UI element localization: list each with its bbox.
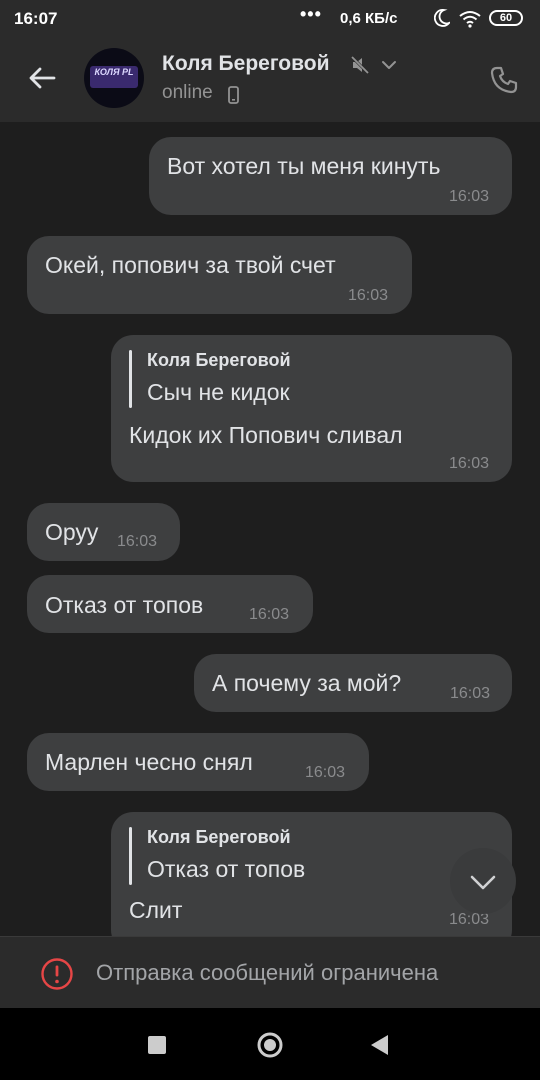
chevron-down-icon[interactable] [380, 58, 398, 72]
reply-author: Коля Береговой [147, 827, 291, 847]
status-bar: 16:07 ••• 0,6 КБ/с 60 [0, 0, 540, 38]
message-text: Слит [129, 897, 183, 923]
message-time: 16:03 [449, 455, 490, 472]
reply-text: Сыч не кидок [147, 379, 290, 405]
scroll-to-bottom-button[interactable] [450, 848, 516, 914]
avatar[interactable]: КОЛЯ PL [84, 48, 144, 108]
outgoing-message[interactable]: А почему за мой? 16:03 [194, 654, 512, 712]
mobile-phone-icon [228, 86, 239, 104]
reply-author: Коля Береговой [147, 350, 291, 370]
wifi-icon [459, 11, 481, 28]
message-text: Оруу [45, 519, 99, 545]
outgoing-message[interactable]: Вот хотел ты меня кинуть 16:03 [149, 137, 512, 215]
moon-icon [434, 9, 450, 27]
system-navigation-bar [0, 1008, 540, 1080]
reply-quote-bar [129, 827, 132, 885]
network-speed: 0,6 КБ/с [340, 10, 398, 27]
home-icon[interactable] [256, 1031, 284, 1059]
reply-text: Отказ от топов [147, 856, 306, 882]
phone-call-icon[interactable] [488, 64, 520, 96]
back-triangle-icon[interactable] [368, 1033, 390, 1057]
message-text: Марлен чесно снял [45, 749, 253, 775]
screen: 16:07 ••• 0,6 КБ/с 60 КОЛЯ PL Коля Берег… [0, 0, 540, 1080]
message-time: 16:03 [305, 764, 346, 781]
incoming-message[interactable]: Отказ от топов 16:03 [27, 575, 313, 633]
back-arrow-icon[interactable] [24, 60, 60, 96]
battery-indicator: 60 [489, 10, 523, 26]
messaging-restricted-bar: Отправка сообщений ограничена [0, 936, 540, 1008]
avatar-label: КОЛЯ PL [94, 67, 134, 77]
contact-name[interactable]: Коля Береговой [162, 52, 330, 76]
incoming-message[interactable]: Окей, попович за твой счет 16:03 [27, 236, 412, 314]
alert-circle-icon [41, 958, 73, 990]
chat-header: КОЛЯ PL Коля Береговой online [0, 38, 540, 122]
status-time: 16:07 [14, 9, 58, 28]
message-time: 16:03 [249, 606, 290, 623]
message-time: 16:03 [348, 287, 389, 304]
message-text: Окей, попович за твой счет [45, 252, 336, 278]
message-time: 16:03 [449, 188, 490, 205]
message-list[interactable]: Вот хотел ты меня кинуть 16:03 Окей, поп… [0, 122, 540, 936]
notification-dots-icon: ••• [300, 4, 322, 24]
message-text: Вот хотел ты меня кинуть [167, 153, 441, 179]
restriction-message: Отправка сообщений ограничена [96, 960, 439, 985]
message-time: 16:03 [117, 533, 158, 550]
incoming-message[interactable]: Оруу 16:03 [27, 503, 180, 561]
message-time: 16:03 [450, 685, 491, 702]
message-text: А почему за мой? [212, 670, 402, 696]
message-text: Кидок их Попович сливал [129, 422, 403, 448]
chevron-down-icon [470, 875, 496, 890]
recent-apps-icon[interactable] [148, 1036, 166, 1054]
message-text: Отказ от топов [45, 592, 204, 618]
muted-speaker-icon [350, 55, 370, 75]
outgoing-reply-message[interactable]: Коля Береговой Сыч не кидок Кидок их Поп… [111, 335, 512, 482]
incoming-message[interactable]: Марлен чесно снял 16:03 [27, 733, 369, 791]
reply-quote-bar [129, 350, 132, 408]
contact-status: online [162, 82, 213, 103]
